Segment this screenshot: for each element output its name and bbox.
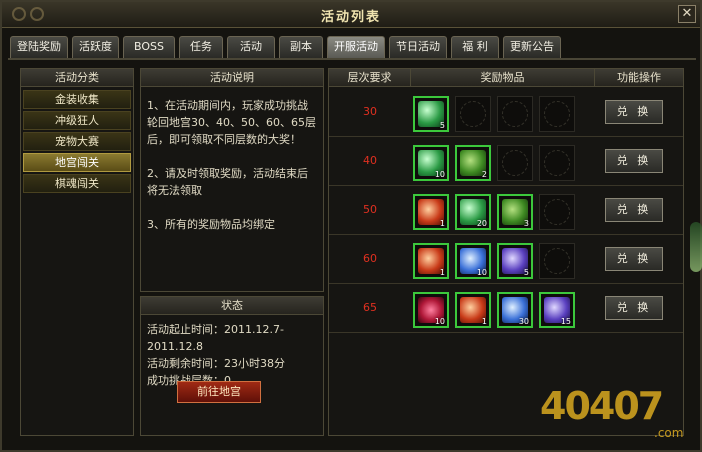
reward-row: 60 1 10 5 兑 换 (329, 235, 683, 284)
purple-gem-icon[interactable]: 15 (539, 292, 575, 328)
green-crystal-icon[interactable]: 20 (455, 194, 491, 230)
empty-slot (539, 96, 575, 132)
item-count: 3 (523, 219, 529, 228)
blue-crystal-icon[interactable]: 10 (455, 243, 491, 279)
window-title: 活动列表 (320, 10, 381, 25)
red-armor-icon[interactable]: 1 (455, 292, 491, 328)
item-count: 1 (481, 317, 487, 326)
item-count: 1 (439, 268, 445, 277)
item-count: 20 (476, 219, 487, 228)
blue-crystal-icon[interactable]: 30 (497, 292, 533, 328)
red-armor-icon[interactable]: 1 (413, 243, 449, 279)
tab-login-reward[interactable]: 登陆奖励 (10, 36, 68, 58)
category-item-gold-gear[interactable]: 金装收集 (23, 90, 131, 109)
header-level: 层次要求 (329, 69, 411, 86)
item-count: 15 (560, 317, 571, 326)
green-crystal-icon[interactable]: 10 (413, 145, 449, 181)
table-header: 层次要求 奖励物品 功能操作 (329, 69, 683, 87)
status-header: 状态 (141, 297, 323, 315)
empty-slot (539, 194, 575, 230)
red-armor-icon[interactable]: 1 (413, 194, 449, 230)
ruby-orb-icon[interactable]: 10 (413, 292, 449, 328)
category-item-leveling[interactable]: 冲级狂人 (23, 111, 131, 130)
description-header: 活动说明 (141, 69, 323, 87)
level-requirement: 30 (363, 105, 377, 118)
tab-boss[interactable]: BOSS (123, 36, 175, 58)
category-item-chess-soul[interactable]: 棋魂闯关 (23, 174, 131, 193)
tab-dungeon[interactable]: 副本 (279, 36, 323, 58)
item-count: 5 (439, 121, 445, 130)
category-header: 活动分类 (21, 69, 133, 87)
reward-row: 65 10 1 30 15 兑 换 (329, 284, 683, 333)
item-count: 5 (523, 268, 529, 277)
item-count: 10 (434, 317, 445, 326)
tab-holiday[interactable]: 节日活动 (389, 36, 447, 58)
level-requirement: 60 (363, 252, 377, 265)
site-watermark: 40407 (540, 384, 664, 428)
empty-slot (539, 243, 575, 279)
level-requirement: 50 (363, 203, 377, 216)
reward-row: 50 1 20 3 兑 换 (329, 186, 683, 235)
rewards-table: 层次要求 奖励物品 功能操作 30 5 兑 换 40 10 2 兑 换 50 1 20 3 兑 换 60… (328, 68, 684, 436)
description-panel: 活动说明 1、在活动期间内，玩家成功挑战轮回地宫30、40、50、60、65层后… (140, 68, 324, 292)
exchange-button[interactable]: 兑 换 (605, 100, 663, 124)
category-panel: 活动分类 金装收集 冲级狂人 宠物大赛 地宫闯关 棋魂闯关 (20, 68, 134, 436)
item-count: 2 (481, 170, 487, 179)
tab-divider (8, 58, 696, 60)
exchange-button[interactable]: 兑 换 (605, 149, 663, 173)
tab-events[interactable]: 活动 (227, 36, 275, 58)
exchange-button[interactable]: 兑 换 (605, 247, 663, 271)
tab-announcements[interactable]: 更新公告 (503, 36, 561, 58)
tab-welfare[interactable]: 福 利 (451, 36, 499, 58)
reward-row: 40 10 2 兑 换 (329, 137, 683, 186)
description-text: 1、在活动期间内，玩家成功挑战轮回地宫30、40、50、60、65层后，即可领取… (147, 99, 316, 231)
purple-gem-icon[interactable]: 5 (497, 243, 533, 279)
item-count: 10 (434, 170, 445, 179)
category-item-pet-contest[interactable]: 宠物大赛 (23, 132, 131, 151)
tab-bar: 登陆奖励 活跃度 BOSS 任务 活动 副本 开服活动 节日活动 福 利 更新公… (10, 36, 561, 58)
side-ornament (690, 222, 702, 272)
item-count: 10 (476, 268, 487, 277)
site-watermark-domain: .com (654, 426, 684, 440)
herb-icon[interactable]: 2 (455, 145, 491, 181)
empty-slot (497, 96, 533, 132)
level-requirement: 65 (363, 301, 377, 314)
empty-slot (497, 145, 533, 181)
exchange-button[interactable]: 兑 换 (605, 296, 663, 320)
category-item-underground-palace[interactable]: 地宫闯关 (23, 153, 131, 172)
header-rewards: 奖励物品 (411, 69, 595, 86)
reward-row: 30 5 兑 换 (329, 88, 683, 137)
status-start-time: 活动起止时间：2011.12.7-2011.12.8 (147, 323, 284, 353)
tab-activity-level[interactable]: 活跃度 (72, 36, 119, 58)
item-count: 1 (439, 219, 445, 228)
title-bar: 活动列表 ✕ (2, 2, 700, 28)
green-crystal-icon[interactable]: 5 (413, 96, 449, 132)
exchange-button[interactable]: 兑 换 (605, 198, 663, 222)
level-requirement: 40 (363, 154, 377, 167)
header-actions: 功能操作 (617, 71, 661, 84)
empty-slot (455, 96, 491, 132)
empty-slot (539, 145, 575, 181)
tab-server-launch[interactable]: 开服活动 (327, 36, 385, 58)
activity-list-window: 活动列表 ✕ 登陆奖励 活跃度 BOSS 任务 活动 副本 开服活动 节日活动 … (0, 0, 702, 452)
herb-icon[interactable]: 3 (497, 194, 533, 230)
status-remaining-time: 活动剩余时间：23小时38分 (147, 357, 285, 370)
item-count: 30 (518, 317, 529, 326)
tab-quest[interactable]: 任务 (179, 36, 223, 58)
goto-palace-button[interactable]: 前往地宫 (177, 381, 261, 403)
status-panel: 状态 活动起止时间：2011.12.7-2011.12.8 活动剩余时间：23小… (140, 296, 324, 436)
close-button[interactable]: ✕ (678, 5, 696, 23)
